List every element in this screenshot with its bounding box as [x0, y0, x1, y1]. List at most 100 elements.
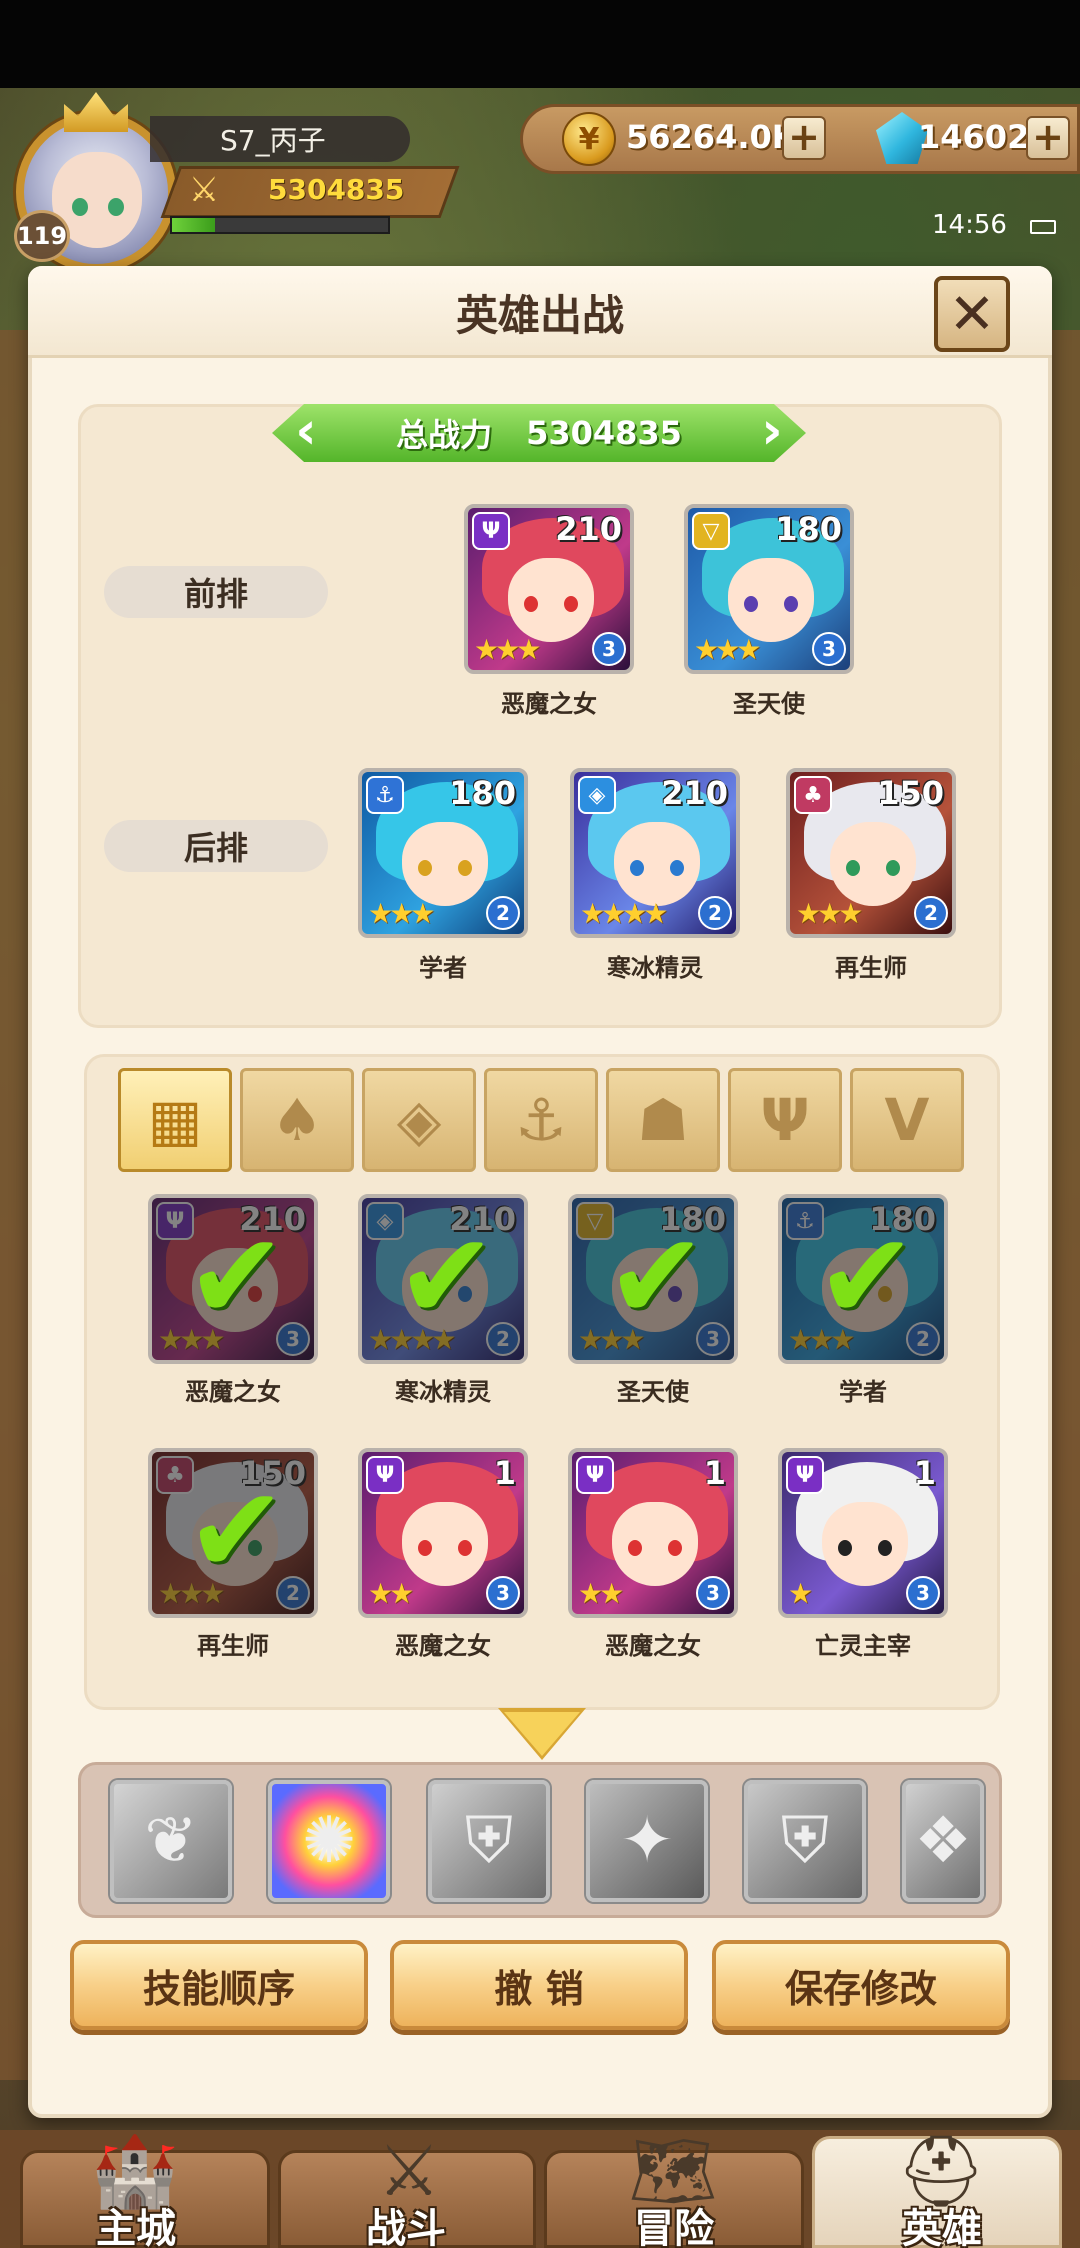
pool-hero-card[interactable]: ▽ 180 ★★★ 3 ✔	[568, 1194, 738, 1364]
hero-rank-badge: 2	[698, 896, 732, 930]
hero-eye-right	[886, 860, 900, 876]
hero-face	[612, 1502, 698, 1586]
hero-rank-badge: 3	[696, 1576, 730, 1610]
hero-face	[614, 822, 700, 906]
hero-eye-right	[458, 1540, 472, 1556]
clock-time: 14:56	[932, 210, 1007, 240]
skill-strike-icon[interactable]: ✦	[586, 1780, 708, 1902]
hero-rank-badge: 2	[486, 896, 520, 930]
checkmark-icon: ✔	[186, 1208, 287, 1347]
hero-eye-right	[670, 860, 684, 876]
hero-eye-left	[630, 860, 644, 876]
front-row-hero-card[interactable]: Ψ 210 ★★★ 3	[464, 504, 634, 674]
hero-level: 1	[913, 1454, 936, 1492]
hero-stars: ★★★	[796, 897, 863, 930]
front-row-label: 前排	[104, 566, 328, 618]
chevron-right-icon[interactable]: ›	[752, 404, 792, 462]
dialog-title: 英雄出战	[455, 291, 624, 340]
back-row-label: 后排	[104, 820, 328, 872]
diamond-icon[interactable]: ◈	[362, 1068, 476, 1172]
nav-label-battle: 战斗	[366, 2206, 446, 2248]
hero-name: 寒冰精灵	[607, 954, 703, 982]
hero-level: 180	[449, 774, 516, 812]
save-changes-button[interactable]: 保存修改	[712, 1940, 1010, 2030]
background-frame-right	[1050, 330, 1080, 2080]
hero-face	[830, 822, 916, 906]
background-frame-left	[0, 330, 30, 2080]
pool-hero-card[interactable]: ⚓ 180 ★★★ 2 ✔	[778, 1194, 948, 1364]
front-row-hero-card[interactable]: ▽ 180 ★★★ 3	[684, 504, 854, 674]
skill-guard-icon[interactable]: ⛨	[744, 1780, 866, 1902]
player-level-badge: 119	[14, 210, 70, 262]
hero-rank-badge: 3	[812, 632, 846, 666]
undo-button[interactable]: 撤 销	[390, 1940, 688, 2030]
pool-hero-card[interactable]: Ψ 210 ★★★ 3 ✔	[148, 1194, 318, 1364]
hero-stars: ★★★	[694, 633, 761, 666]
nav-label-adventure: 冒险	[634, 2206, 714, 2248]
anchor-icon[interactable]: ⚓	[484, 1068, 598, 1172]
skill-extra-icon[interactable]: ❖	[902, 1780, 984, 1902]
player-name: S7_丙子	[150, 116, 410, 162]
hero-level: 150	[877, 774, 944, 812]
avatar-eye-right	[108, 198, 124, 216]
faction-badge-icon: Ψ	[786, 1456, 824, 1494]
hero-level: 1	[703, 1454, 726, 1492]
close-button[interactable]: ✕	[934, 276, 1010, 352]
hero-face	[728, 558, 814, 642]
back-row-hero-card[interactable]: ⚓ 180 ★★★ 2	[358, 768, 528, 938]
pool-hero-card[interactable]: ◈ 210 ★★★★ 2 ✔	[358, 1194, 528, 1364]
leaf-icon[interactable]: ♠	[240, 1068, 354, 1172]
pool-hero-card[interactable]: Ψ 1 ★★ 3	[568, 1448, 738, 1618]
demon-icon[interactable]: Ψ	[728, 1068, 842, 1172]
hero-stars: ★★★★	[580, 897, 668, 930]
wing-icon[interactable]: V	[850, 1068, 964, 1172]
hero-name: 恶魔之女	[605, 1632, 701, 1660]
hero-name: 再生师	[835, 954, 907, 982]
hero-eye-left	[524, 596, 538, 612]
checkmark-icon: ✔	[186, 1462, 287, 1601]
avatar-eye-left	[72, 198, 88, 216]
hero-rank-badge: 2	[914, 896, 948, 930]
total-power-banner: 总战力 5304835	[272, 404, 806, 462]
add-gems-button[interactable]: +	[1026, 116, 1070, 160]
hero-face	[822, 1502, 908, 1586]
gem-value: 14602	[918, 118, 1030, 156]
nav-label-hero: 英雄	[902, 2206, 982, 2248]
checkmark-icon: ✔	[816, 1208, 917, 1347]
pool-hero-card[interactable]: Ψ 1 ★★ 3	[358, 1448, 528, 1618]
skill-shield-icon[interactable]: ⛨	[428, 1780, 550, 1902]
hero-name: 恶魔之女	[501, 690, 597, 718]
pool-hero-card[interactable]: ♣ 150 ★★★ 2 ✔	[148, 1448, 318, 1618]
chevron-left-icon[interactable]: ‹	[286, 404, 326, 462]
faction-badge-icon: Ψ	[366, 1456, 404, 1494]
skill-burst-icon[interactable]: ✺	[268, 1780, 390, 1902]
battery-icon	[1030, 220, 1056, 234]
checkmark-icon: ✔	[606, 1208, 707, 1347]
hero-name: 恶魔之女	[185, 1378, 281, 1406]
hero-eye-right	[784, 596, 798, 612]
hero-face	[402, 822, 488, 906]
exp-bar-fill	[172, 218, 216, 232]
hero-eye-right	[668, 1540, 682, 1556]
beast-icon[interactable]: ☗	[606, 1068, 720, 1172]
checkmark-icon: ✔	[396, 1208, 497, 1347]
hero-stars: ★★	[368, 1577, 414, 1610]
hero-level: 1	[493, 1454, 516, 1492]
back-row-hero-card[interactable]: ♣ 150 ★★★ 2	[786, 768, 956, 938]
grid-icon[interactable]: ▦	[118, 1068, 232, 1172]
total-power-label: 总战力	[396, 416, 493, 454]
add-gold-button[interactable]: +	[782, 116, 826, 160]
hero-eye-right	[564, 596, 578, 612]
gold-coin-icon: ¥	[562, 112, 616, 166]
pool-hero-card[interactable]: Ψ 1 ★ 3	[778, 1448, 948, 1618]
back-row-hero-card[interactable]: ◈ 210 ★★★★ 2	[570, 768, 740, 938]
skill-order-button[interactable]: 技能顺序	[70, 1940, 368, 2030]
faction-badge-icon: ▽	[692, 512, 730, 550]
hero-eye-left	[846, 860, 860, 876]
hero-eye-left	[838, 1540, 852, 1556]
nav-label-city: 主城	[96, 2206, 176, 2248]
hero-rank-badge: 3	[592, 632, 626, 666]
hero-name: 亡灵主宰	[815, 1632, 911, 1660]
skill-wing-icon[interactable]: ❦	[110, 1780, 232, 1902]
faction-badge-icon: ◈	[578, 776, 616, 814]
